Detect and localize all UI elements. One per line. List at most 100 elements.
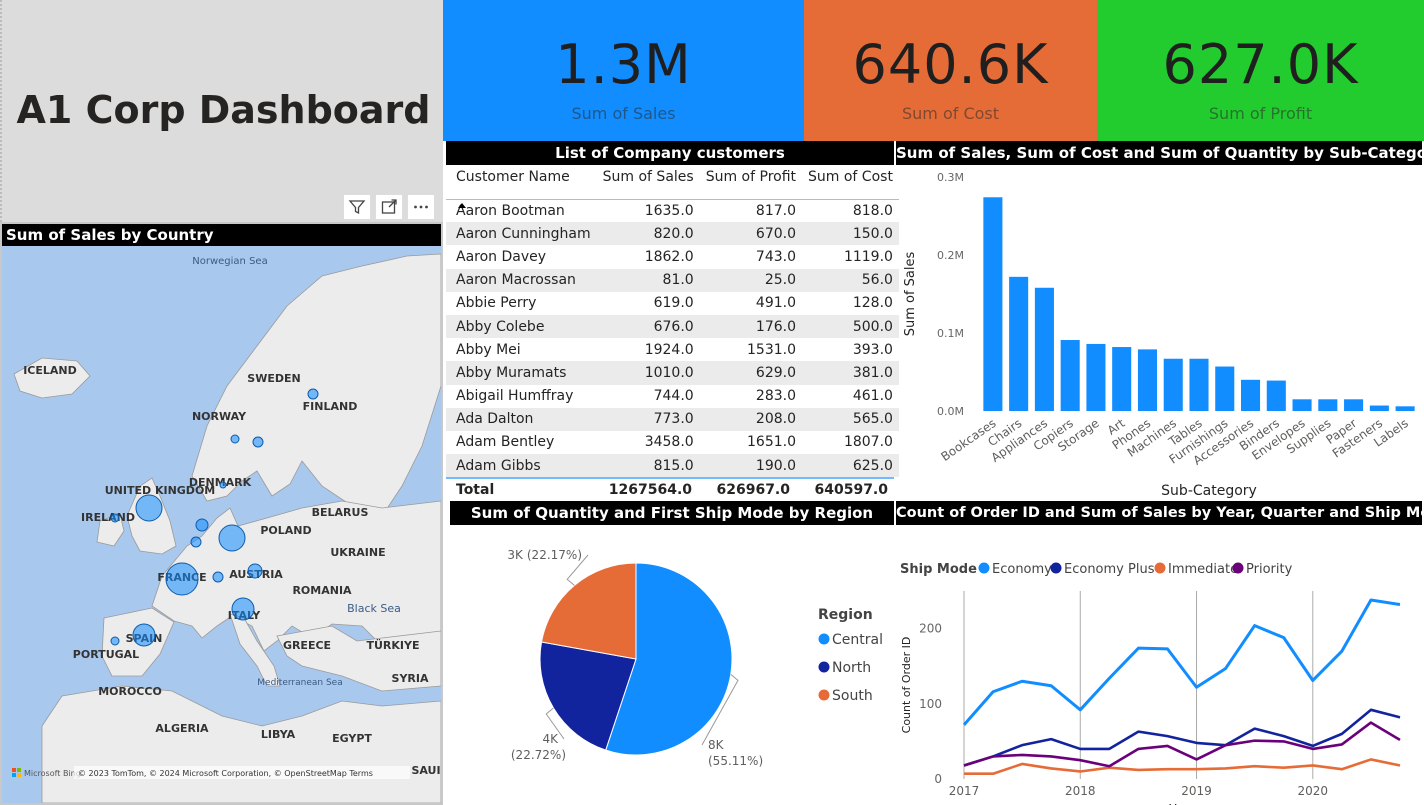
sort-ascending-icon[interactable] [458, 203, 466, 208]
bar[interactable] [1163, 358, 1183, 411]
bar[interactable] [1034, 287, 1054, 411]
cell-value: 1651.0 [747, 434, 797, 451]
legend-item[interactable]: North [832, 660, 871, 676]
focus-mode-icon[interactable] [375, 194, 403, 220]
table-row[interactable]: Abigail Humffray 744.0 283.0 461.0 [446, 385, 899, 408]
table-row[interactable]: Ada Dalton 773.0 208.0 565.0 [446, 407, 899, 431]
bar[interactable] [1344, 399, 1364, 411]
legend-item[interactable]: Priority [1246, 562, 1293, 577]
cell-customer-name: Aaron Davey [456, 248, 547, 265]
cell-customer-name: Abbie Perry [456, 295, 537, 312]
scroll-indicator[interactable] [446, 477, 894, 480]
table-row[interactable]: Abbie Perry 619.0 491.0 128.0 [446, 292, 899, 315]
table-visual[interactable]: List of Company customers Customer Name … [446, 141, 899, 501]
line-chart-visual[interactable]: Count of Order ID and Sum of Sales by Ye… [896, 501, 1422, 805]
map-bubble-italy[interactable] [231, 597, 255, 621]
pie-label-pct: (22.17%) [527, 548, 582, 562]
bar[interactable] [983, 197, 1003, 411]
filter-icon[interactable] [343, 194, 371, 220]
cell-value: 3458.0 [644, 434, 694, 451]
table-row[interactable]: Abby Muramats 1010.0 629.0 381.0 [446, 361, 899, 385]
legend-marker [978, 562, 990, 574]
x-axis-title: Sub-Category [1161, 483, 1257, 499]
pie-slice[interactable] [540, 562, 637, 660]
map-canvas[interactable]: Norwegian Sea Black Sea Mediterranean Se… [2, 246, 441, 803]
table-row[interactable]: Abby Mei 1924.0 1531.0 393.0 [446, 338, 899, 361]
map-bubble-norway[interactable] [230, 434, 240, 444]
cell-value: 670.0 [699, 222, 803, 246]
kpi-card-profit[interactable]: 627.0K Sum of Profit [1097, 0, 1424, 141]
column-header-sum-of-cost[interactable]: Sum of Cost [802, 165, 899, 199]
map-bubble-finland[interactable] [307, 388, 319, 400]
bar[interactable] [1369, 405, 1389, 411]
map-bubble-sweden[interactable] [252, 436, 264, 448]
country-label: UKRAINE [330, 546, 385, 559]
column-header-sum-of-profit[interactable]: Sum of Profit [700, 165, 802, 199]
map-bubble-spain[interactable] [132, 623, 156, 647]
legend-item[interactable]: Economy Plus [1064, 562, 1155, 577]
bar-chart[interactable]: 0.0M0.1M0.2M0.3MSum of SalesBookcasesCha… [896, 165, 1422, 501]
map-bubble-switzerland[interactable] [212, 571, 224, 583]
bing-logo: Microsoft Bing [12, 768, 81, 778]
more-options-icon[interactable] [407, 194, 435, 220]
bar-chart-visual[interactable]: Sum of Sales, Sum of Cost and Sum of Qua… [896, 141, 1422, 501]
cell-value: 393.0 [852, 341, 893, 358]
kpi-card-sales[interactable]: 1.3M Sum of Sales [443, 0, 804, 141]
bar[interactable] [1395, 406, 1415, 411]
legend-item[interactable]: Economy [992, 562, 1052, 577]
pie-label-value: 4K [542, 732, 559, 746]
column-header-customer-name[interactable]: Customer Name [446, 165, 597, 199]
bar[interactable] [1215, 366, 1235, 411]
map-bubble-denmark[interactable] [219, 481, 227, 489]
country-label: BELARUS [312, 506, 369, 519]
table-row[interactable]: Adam Gibbs 815.0 190.0 625.0 [446, 454, 899, 478]
bar[interactable] [1060, 340, 1080, 411]
bar[interactable] [1292, 399, 1312, 411]
map-bubble-ireland[interactable] [110, 513, 120, 523]
series-line[interactable] [962, 598, 1401, 726]
table-row[interactable]: Aaron Cunningham 820.0 670.0 150.0 [446, 222, 899, 246]
pie-chart-visual[interactable]: Sum of Quantity and First Ship Mode by R… [446, 501, 894, 805]
line-chart[interactable]: Ship Mode Economy Economy Plus Immediate Pri… [896, 525, 1422, 805]
bar[interactable] [1112, 347, 1132, 411]
table-row[interactable]: Aaron Bootman 1635.0 817.0 818.0 [446, 199, 899, 222]
customer-table[interactable]: Customer Name Sum of Sales Sum of Profit… [446, 165, 899, 478]
country-label: ICELAND [23, 364, 77, 377]
bar[interactable] [1189, 358, 1209, 411]
sea-label: Norwegian Sea [192, 256, 267, 267]
legend-item[interactable]: Central [832, 632, 883, 648]
legend-item[interactable]: South [832, 688, 873, 704]
table-row[interactable]: Adam Bentley 3458.0 1651.0 1807.0 [446, 431, 899, 454]
map-bubble-austria[interactable] [247, 563, 263, 579]
bar[interactable] [1086, 343, 1106, 411]
series-line[interactable] [963, 708, 1401, 767]
column-header-sum-of-sales[interactable]: Sum of Sales [597, 165, 700, 199]
kpi-card-cost[interactable]: 640.6K Sum of Cost [804, 0, 1097, 141]
pie-chart[interactable]: 8K (55.11%) 4K (22.72%) 3K (22.17%) Region Cent… [446, 525, 894, 805]
cell-customer-name: Adam Bentley [456, 434, 555, 451]
bar[interactable] [1137, 349, 1158, 411]
cell-customer-name: Abby Mei [456, 341, 521, 358]
map-bubble-united-kingdom[interactable] [135, 494, 163, 522]
series-line[interactable] [964, 758, 1401, 776]
map-bubble-germany[interactable] [218, 524, 246, 552]
map-bubble-belgium[interactable] [190, 536, 202, 548]
legend-item[interactable]: Immediate [1168, 562, 1238, 577]
map-bubble-portugal[interactable] [110, 636, 120, 646]
y-tick-label: 200 [919, 622, 942, 636]
map-attribution[interactable]: © 2023 TomTom, © 2024 Microsoft Corporat… [78, 769, 373, 778]
map-bubble-france[interactable] [165, 562, 199, 596]
cell-customer-name: Abby Colebe [446, 314, 597, 339]
bar[interactable] [1240, 379, 1261, 411]
bar[interactable] [1266, 380, 1286, 411]
bar[interactable] [1318, 399, 1338, 411]
cell-value: 1635.0 [644, 202, 694, 219]
table-row[interactable]: Abby Colebe 676.0 176.0 500.0 [446, 314, 899, 339]
bar[interactable] [1009, 276, 1029, 411]
map-visual[interactable]: Sum of Sales by Country Norwegian Sea Bl… [0, 222, 443, 805]
map-bubble-netherlands[interactable] [195, 518, 209, 532]
table-row[interactable]: Aaron Macrossan 81.0 25.0 56.0 [446, 268, 899, 292]
country-label: FINLAND [303, 400, 358, 413]
table-row[interactable]: Aaron Davey 1862.0 743.0 1119.0 [446, 245, 899, 268]
pie-label-value: 8K [708, 738, 725, 752]
